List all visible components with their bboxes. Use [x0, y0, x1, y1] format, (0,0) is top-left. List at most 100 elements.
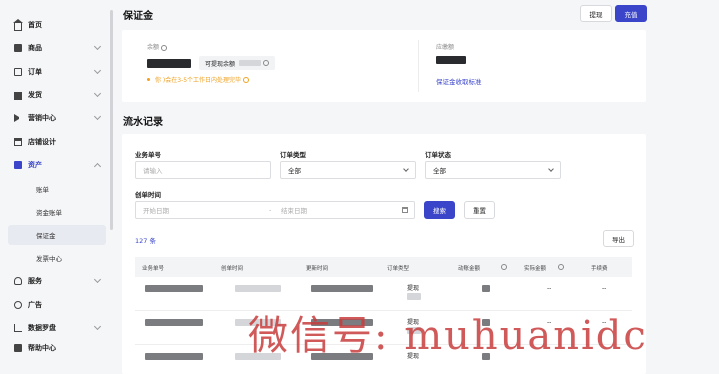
order-status-label: 订单状态	[425, 151, 451, 159]
order-type-select[interactable]: 全部	[280, 161, 416, 179]
table-header: 业务单号 创单时间 更新时间 订单类型 动账金额 实际金额 手续费	[135, 257, 632, 277]
warning-dot-icon	[147, 78, 150, 81]
sidebar-item-ads[interactable]: 广告	[14, 295, 106, 315]
order-no-input[interactable]: 请输入	[135, 161, 271, 179]
sidebar-item-label: 订单	[28, 68, 42, 76]
megaphone-icon	[14, 114, 22, 122]
sidebar-subitem-invoice[interactable]: 发票中心	[8, 248, 106, 268]
record-count: 127 条	[135, 237, 156, 245]
help-icon	[14, 344, 22, 352]
column-header: 手续费	[591, 266, 608, 272]
sidebar-item-assets[interactable]: 资产	[14, 155, 106, 175]
sidebar-item-home[interactable]: 首页	[13, 15, 106, 35]
records-title: 流水记录	[123, 117, 163, 128]
fee-cell: --	[602, 285, 607, 292]
chart-icon	[14, 324, 22, 332]
column-header: 更新时间	[306, 266, 329, 272]
column-header: 实际金额	[524, 266, 547, 272]
chevron-down-icon	[403, 166, 409, 172]
recharge-button[interactable]: 充值	[615, 5, 647, 22]
service-icon	[14, 277, 22, 285]
chevron-down-icon	[93, 66, 102, 75]
sidebar-item-shop-design[interactable]: 店铺设计	[14, 132, 106, 152]
info-icon	[263, 60, 270, 66]
end-date-placeholder: 结束日期	[281, 207, 307, 215]
processing-notice: 你 )会在3-5个工作日内处理完毕	[155, 77, 242, 84]
chevron-down-icon	[93, 89, 102, 98]
info-icon	[558, 264, 564, 270]
payable-label: 应缴额	[436, 44, 455, 51]
payable-amount-redacted	[436, 56, 466, 64]
home-icon	[13, 19, 23, 31]
date-range-picker[interactable]: 开始日期 - 结束日期	[135, 201, 415, 219]
withdraw-button[interactable]: 提现	[580, 5, 612, 22]
sidebar-item-service[interactable]: 服务	[14, 271, 106, 291]
sidebar-subitem-label: 保证金	[36, 232, 56, 240]
info-icon	[243, 76, 250, 83]
shop-icon	[14, 138, 22, 146]
sidebar-item-label: 商品	[28, 44, 42, 52]
withdrawable-chip: 可提现余额	[199, 56, 276, 70]
export-button[interactable]: 导出	[603, 230, 634, 247]
ad-icon	[14, 301, 22, 309]
divider	[418, 40, 419, 92]
sidebar-subitem-bill[interactable]: 账单	[8, 179, 106, 199]
order-type-label: 订单类型	[280, 151, 306, 159]
balance-card: 余额 可提现余额 你 )会在3-5个工作日内处理完毕 应缴额 保证金收取标准	[122, 30, 646, 102]
chevron-down-icon	[93, 322, 102, 331]
wallet-icon	[14, 161, 22, 169]
column-header: 创单时间	[221, 266, 244, 272]
sidebar-subitem-label: 发票中心	[36, 255, 62, 263]
balance-label: 余额	[147, 44, 160, 51]
watermark-text: 微信号: muhuanidc	[248, 313, 648, 359]
withdrawable-label: 可提现余额	[205, 60, 236, 68]
sidebar-item-label: 服务	[28, 277, 42, 285]
reset-button[interactable]: 重置	[464, 201, 495, 219]
box-icon	[14, 44, 22, 52]
sidebar-item-label: 店铺设计	[28, 138, 56, 146]
sidebar-item-label: 资产	[28, 161, 42, 169]
sidebar-item-shipping[interactable]: 发货	[14, 85, 106, 105]
calendar-icon	[402, 207, 408, 213]
sidebar-item-label: 广告	[28, 301, 42, 309]
sidebar-item-orders[interactable]: 订单	[14, 62, 106, 82]
search-button[interactable]: 搜索	[424, 201, 455, 219]
balance-amount-redacted	[147, 58, 191, 68]
sidebar-scrollbar[interactable]	[110, 10, 113, 230]
sidebar-item-label: 数据罗盘	[28, 324, 56, 332]
chevron-down-icon	[93, 275, 102, 284]
chevron-down-icon	[93, 42, 102, 51]
deposit-standard-link[interactable]: 保证金收取标准	[436, 76, 482, 86]
column-header: 订单类型	[387, 266, 410, 272]
order-type-cell: 提现	[407, 285, 420, 292]
sidebar-item-marketing[interactable]: 营销中心	[14, 108, 106, 128]
column-header: 业务单号	[142, 266, 165, 272]
start-date-placeholder: 开始日期	[143, 207, 169, 215]
truck-icon	[14, 92, 22, 100]
sidebar-subitem-fund-bill[interactable]: 资金账单	[8, 202, 106, 222]
actual-amount-cell: --	[547, 285, 552, 292]
chevron-down-icon	[93, 112, 102, 121]
chevron-up-icon	[93, 162, 102, 171]
order-status-select[interactable]: 全部	[425, 161, 561, 179]
order-type-value: 全部	[288, 167, 301, 175]
sidebar-item-label: 首页	[28, 21, 42, 29]
sidebar-item-label: 帮助中心	[28, 344, 56, 352]
sidebar: 首页 商品 订单 发货 营销中心 店铺设计 资产 账单 资金账单 保证金 发票中…	[0, 0, 114, 374]
sidebar-item-label: 营销中心	[28, 114, 56, 122]
created-time-label: 创单时间	[135, 191, 161, 199]
order-icon	[14, 68, 22, 76]
order-no-placeholder: 请输入	[143, 167, 163, 175]
sidebar-subitem-label: 资金账单	[36, 209, 62, 217]
sidebar-item-products[interactable]: 商品	[14, 38, 106, 58]
page-title: 保证金	[123, 11, 153, 22]
order-status-value: 全部	[433, 167, 446, 175]
sidebar-item-data-compass[interactable]: 数据罗盘	[14, 318, 106, 338]
info-icon	[501, 264, 507, 270]
order-no-label: 业务单号	[135, 151, 161, 159]
sidebar-item-help[interactable]: 帮助中心	[14, 338, 106, 358]
column-header: 动账金额	[458, 266, 481, 272]
info-icon	[161, 44, 168, 51]
sidebar-item-label: 发货	[28, 91, 42, 99]
sidebar-subitem-deposit[interactable]: 保证金	[8, 225, 106, 245]
